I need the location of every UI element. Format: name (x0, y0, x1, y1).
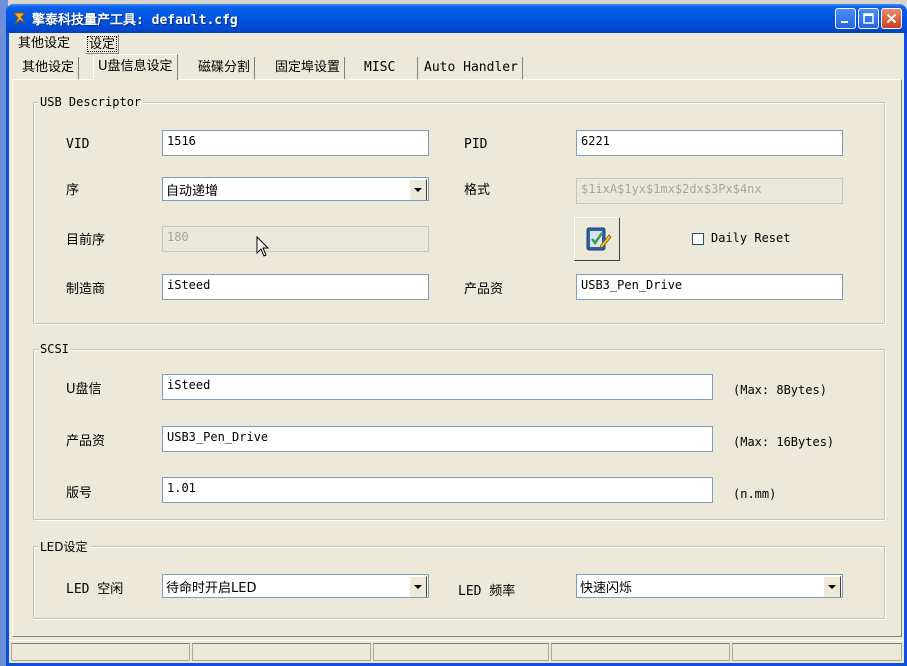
format-input: $1ixA$1yx$1mx$2dx$3Px$4nx (576, 178, 843, 204)
manufacturer-label: 制造商 (66, 282, 106, 297)
status-panel (192, 643, 371, 661)
app-icon (12, 10, 28, 26)
chevron-down-icon (414, 584, 422, 589)
pid-input[interactable]: 6221 (576, 130, 843, 156)
led-freq-dropdown[interactable] (823, 576, 841, 597)
edit-format-button[interactable] (574, 217, 620, 261)
status-panel (732, 643, 902, 661)
format-label: 格式 (464, 183, 491, 198)
led-freq-label: LED 频率 (458, 584, 516, 599)
led-legend: LED设定 (38, 538, 90, 555)
maximize-icon (863, 13, 874, 24)
menu-settings[interactable]: 设定 (85, 34, 120, 54)
led-idle-select[interactable]: 待命时开启LED (162, 574, 429, 598)
scsi-legend: SCSI (38, 342, 71, 356)
led-idle-dropdown[interactable] (409, 576, 427, 597)
scsi-product-hint: (Max: 16Bytes) (733, 435, 835, 449)
tab-usb-info[interactable]: U盘信息设定 (93, 54, 178, 80)
scsi-vendor-input[interactable]: iSteed (162, 374, 713, 400)
close-icon (886, 13, 897, 24)
serial-mode-select[interactable]: 自动递增 (162, 177, 429, 201)
scsi-product-label: 产品资 (66, 434, 106, 449)
vid-input[interactable]: 1516 (162, 130, 429, 156)
product-label: 产品资 (464, 282, 504, 297)
current-serial-input: 180 (162, 226, 429, 252)
vid-label: VID (66, 137, 90, 152)
scsi-version-label: 版号 (66, 486, 93, 501)
status-panel (551, 643, 730, 661)
led-freq-select[interactable]: 快速闪烁 (576, 574, 843, 598)
mouse-cursor-icon (256, 235, 270, 258)
tab-fixed-port[interactable]: 固定埠设置 (271, 57, 346, 80)
current-serial-label: 目前序 (66, 233, 106, 248)
tab-auto-handler-label: Auto Handler (424, 60, 518, 75)
pid-label: PID (464, 137, 488, 152)
product-input[interactable]: USB3_Pen_Drive (576, 274, 843, 300)
minimize-button[interactable] (835, 8, 856, 29)
maximize-button[interactable] (858, 8, 879, 29)
scsi-vendor-hint: (Max: 8Bytes) (733, 383, 827, 397)
serial-label: 序 (66, 183, 80, 198)
scsi-vendor-label: U盘信 (66, 382, 102, 397)
led-idle-value: 待命时开启LED (166, 581, 257, 596)
serial-mode-dropdown[interactable] (409, 179, 427, 200)
tab-auto-handler[interactable]: Auto Handler (420, 57, 523, 80)
status-panel (373, 643, 549, 661)
close-button[interactable] (881, 8, 902, 29)
scsi-product-input[interactable]: USB3_Pen_Drive (162, 426, 713, 452)
scsi-version-input[interactable]: 1.01 (162, 477, 713, 503)
chevron-down-icon (414, 187, 422, 192)
edit-document-icon (586, 227, 612, 251)
window-title: 擎泰科技量产工具: default.cfg (32, 13, 238, 28)
tab-misc-label: MISC (364, 60, 396, 75)
daily-reset-label: Daily Reset (711, 231, 791, 245)
serial-mode-value: 自动递增 (166, 184, 219, 199)
status-panel (11, 643, 190, 661)
manufacturer-input[interactable]: iSteed (162, 274, 429, 300)
tab-other-settings[interactable]: 其他设定 (18, 57, 80, 80)
minimize-icon (841, 21, 848, 23)
led-freq-value: 快速闪烁 (580, 581, 633, 596)
usb-descriptor-legend: USB Descriptor (38, 95, 144, 109)
daily-reset-checkbox[interactable] (692, 233, 704, 245)
menu-other-settings[interactable]: 其他设定 (15, 34, 73, 54)
tab-disk-partition[interactable]: 磁碟分割 (194, 57, 256, 80)
led-idle-label: LED 空闲 (66, 582, 124, 597)
chevron-down-icon (828, 584, 836, 589)
scsi-version-hint: (n.mm) (733, 487, 777, 501)
tab-misc[interactable]: MISC (360, 57, 418, 80)
